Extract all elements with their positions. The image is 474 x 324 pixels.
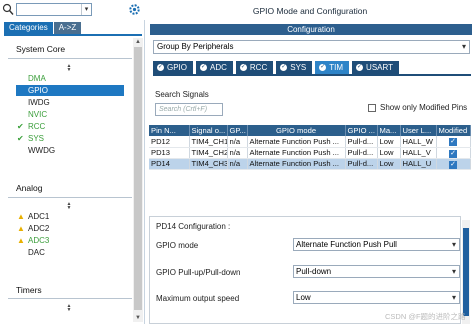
left-tabs: Categories A->Z [4,22,82,34]
output-speed-label: Maximum output speed [156,294,240,303]
output-speed-select[interactable]: Low ▾ [293,291,460,304]
checkbox-box[interactable] [368,103,376,112]
pin-configuration-section: PD14 Configuration : GPIO mode Alternate… [149,216,461,324]
tab-underline [4,34,142,36]
pull-up-down-label: GPIO Pull-up/Pull-down [156,268,241,277]
tab-rcc[interactable]: ✓ RCC [235,61,274,74]
scrollbar-thumb[interactable] [134,47,142,310]
category-timers[interactable]: Timers [16,285,42,295]
chevron-down-icon[interactable]: ▾ [81,4,91,15]
sort-arrows-icon[interactable]: ▲ ▼ [66,202,72,211]
list-item-nvic[interactable]: NVIC [16,109,124,120]
watermark: CSDN @F题的进阶之路 [385,312,466,321]
list-item-wwdg[interactable]: WWDG [16,145,124,156]
search-signals-label: Search Signals [155,90,209,99]
chevron-down-icon: ▾ [461,42,466,51]
tab-tim[interactable]: ✓ TIM [315,61,350,74]
section-title: PD14 Configuration : [156,222,231,231]
search-signals-input[interactable]: Search (Crtl+F) [155,103,223,116]
gpio-mode-select[interactable]: Alternate Function Push Pull ▾ [293,238,460,251]
sort-arrows-icon[interactable]: ▲ ▼ [66,64,72,73]
modified-checkbox[interactable]: ✓ [449,138,457,146]
table-row[interactable]: PD12 TIM4_CH1 n/a Alternate Function Pus… [149,136,471,148]
gpio-mode-label: GPIO mode [156,241,199,250]
tab-underline [153,74,471,76]
modified-checkbox[interactable]: ✓ [449,149,457,157]
scroll-down-icon[interactable]: ▼ [133,314,143,322]
page-title: GPIO Mode and Configuration [146,0,474,22]
list-item-adc2[interactable]: ▲ ADC2 [16,223,124,234]
left-scrollbar[interactable]: ▲ ▼ [133,38,143,322]
check-icon: ✓ [356,64,364,71]
list-item-dac[interactable]: DAC [16,247,124,258]
pin-table: Pin N... Signal o... GP... GPIO mode GPI… [149,125,471,170]
tab-gpio[interactable]: ✓ GPIO [153,61,194,74]
pull-up-down-select[interactable]: Pull-down ▾ [293,265,460,278]
table-header-row: Pin N... Signal o... GP... GPIO mode GPI… [149,125,471,136]
check-icon: ✔ [17,134,24,143]
right-scrollbar[interactable] [462,220,470,324]
divider [8,197,132,198]
tab-adc[interactable]: ✓ ADC [196,61,233,74]
warning-icon: ▲ [17,236,25,245]
column-header[interactable]: GP... [227,125,248,136]
divider [8,298,132,299]
group-by-select[interactable]: Group By Peripherals ▾ [153,40,470,54]
column-header[interactable]: Signal o... [189,125,228,136]
chevron-down-icon: ▾ [451,293,456,302]
check-icon: ✓ [157,64,164,71]
modified-checkbox[interactable]: ✓ [449,160,457,168]
check-icon: ✓ [280,64,288,71]
category-analog[interactable]: Analog [16,183,42,193]
gear-icon[interactable] [128,3,141,16]
sort-arrows-icon[interactable]: ▲ ▼ [66,304,72,313]
list-item-sys[interactable]: ✔ SYS [16,133,124,144]
category-system-core[interactable]: System Core [16,44,65,54]
tab-usart[interactable]: ✓ USART [352,61,400,74]
search-icon[interactable] [2,3,14,16]
tab-a-z[interactable]: A->Z [53,22,82,34]
check-icon: ✔ [17,122,24,131]
scroll-up-icon[interactable]: ▲ [133,38,143,46]
left-panel: ▾ Categories A->Z System Core ▲ ▼ DMA GPI… [0,0,145,324]
configuration-header: Configuration [150,24,472,35]
check-icon: ✓ [319,64,327,71]
column-header[interactable]: GPIO mode [247,125,346,136]
table-row-selected[interactable]: PD14 TIM4_CH3 n/a Alternate Function Pus… [149,158,471,170]
chevron-down-icon: ▾ [451,267,456,276]
check-icon: ✓ [200,64,208,71]
right-panel: GPIO Mode and Configuration Configuratio… [146,0,474,324]
warning-icon: ▲ [17,212,25,221]
list-item-iwdg[interactable]: IWDG [16,97,124,108]
list-item-rcc[interactable]: ✔ RCC [16,121,124,132]
list-item-gpio[interactable]: GPIO [16,85,124,96]
peripheral-search-input[interactable]: ▾ [16,3,92,16]
left-toolbar: ▾ [0,0,145,20]
column-header[interactable]: GPIO ... [345,125,378,136]
list-item-adc3[interactable]: ▲ ADC3 [16,235,124,246]
check-icon: ✓ [239,64,247,71]
warning-icon: ▲ [17,224,25,233]
tab-sys[interactable]: ✓ SYS [276,61,313,74]
show-modified-checkbox[interactable]: Show only Modified Pins [368,103,467,112]
column-header[interactable]: User L... [400,125,437,136]
divider [8,58,132,59]
list-item-adc1[interactable]: ▲ ADC1 [16,211,124,222]
peripheral-tabs: ✓ GPIO ✓ ADC ✓ RCC ✓ SYS ✓ TIM ✓ USART [153,61,402,74]
chevron-down-icon: ▾ [451,240,456,249]
column-header[interactable]: Ma... [377,125,401,136]
tab-categories[interactable]: Categories [4,22,53,34]
column-header[interactable]: Pin N... [149,125,190,136]
list-item-dma[interactable]: DMA [16,73,124,84]
column-header[interactable]: Modified [436,125,471,136]
table-row[interactable]: PD13 TIM4_CH2 n/a Alternate Function Pus… [149,147,471,159]
scrollbar-thumb[interactable] [463,228,469,316]
